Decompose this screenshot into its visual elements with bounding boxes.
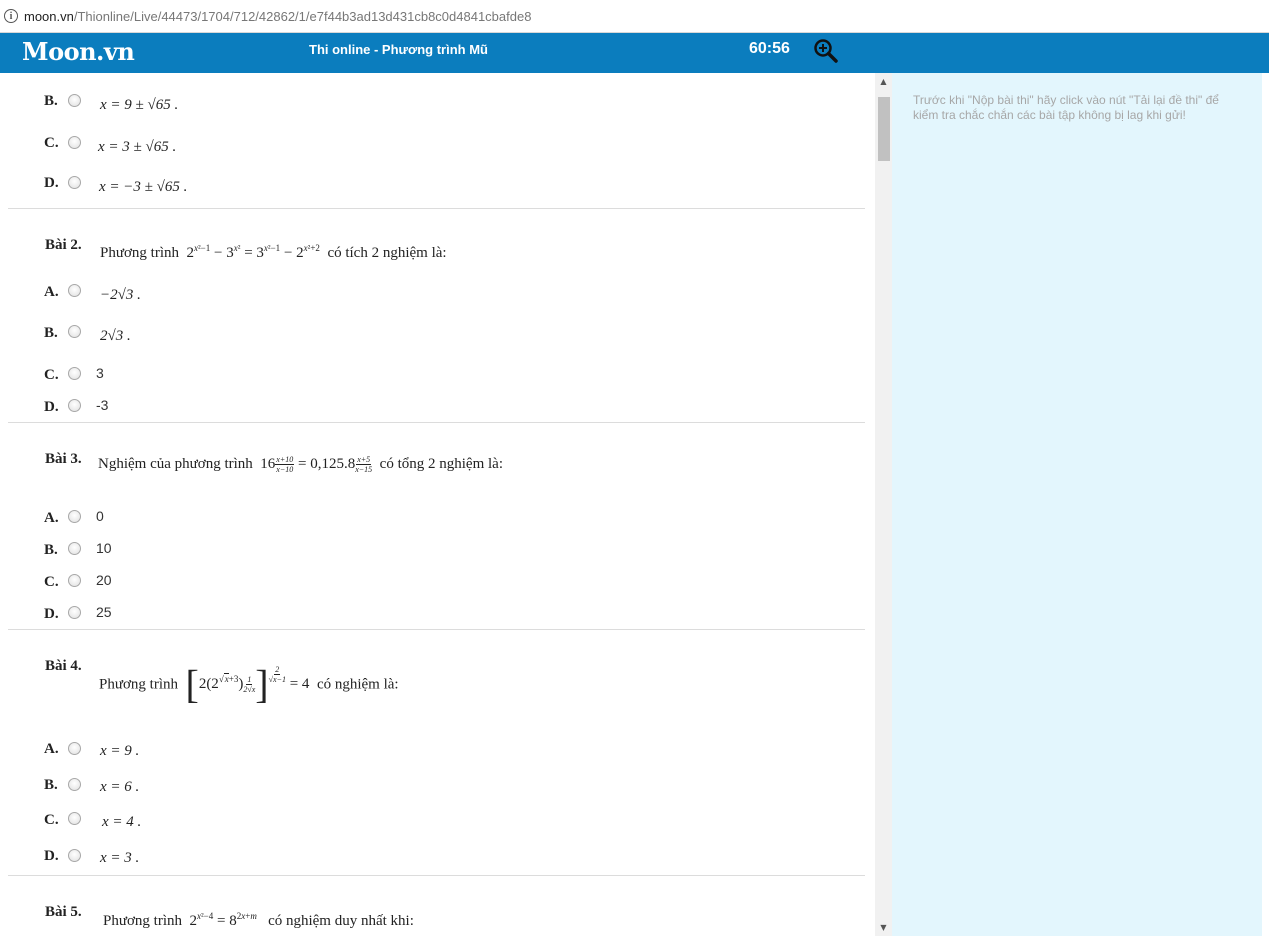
content-scrollbar[interactable]: ▲ ▼ [875,73,892,936]
option-label: C. [44,367,59,383]
side-panel: Trước khi "Nộp bài thi" hãy click vào nú… [892,73,1262,936]
question-prefix: Phương trình [103,913,182,929]
question-suffix: có tích 2 nghiệm là: [327,245,447,261]
reload-notice: Trước khi "Nộp bài thi" hãy click vào nú… [913,93,1219,122]
option-radio[interactable] [68,510,81,523]
option-radio[interactable] [68,606,81,619]
option-radio[interactable] [68,325,81,338]
option-label: D. [44,175,59,191]
right-edge [1262,73,1269,936]
option-radio[interactable] [68,849,81,862]
countdown-timer: 60:56 [749,40,790,57]
option-label: A. [44,741,59,757]
option-text: 3 [96,365,104,381]
equation: 16 x+10 x−10 = 0,125.8 x+5 x−15 [256,455,373,474]
divider [8,875,865,876]
question-text: Nghiệm của phương trình 16 x+10 x−10 = 0,1… [98,455,503,474]
question-prefix: Phương trình [100,245,179,261]
question-suffix: có nghiệm duy nhất khi: [268,913,414,929]
question-text: Phương trình [2(2√x+3) 1 2√x] 2 √x−1 = 4 có … [99,665,399,705]
equation: [2(2√x+3) 1 2√x] 2 √x−1 = 4 [185,662,314,707]
page-title: Thi online - Phương trình Mũ [309,42,488,57]
option-radio[interactable] [68,574,81,587]
option-text: x = 3 ± √65 . [98,139,177,155]
question-prefix: Phương trình [99,676,178,693]
info-icon[interactable]: i [4,9,18,23]
question-label: Bài 3. [45,451,82,467]
zoom-in-icon[interactable] [813,38,839,64]
option-text: x = 4 . [102,814,142,830]
divider [8,422,865,423]
option-label: B. [44,325,58,341]
option-text: x = 9 ± √65 . [100,97,179,113]
option-radio[interactable] [68,812,81,825]
question-suffix: có tổng 2 nghiệm là: [379,456,503,472]
option-radio[interactable] [68,367,81,380]
url-path: /Thionline/Live/44473/1704/712/42862/1/e… [73,8,532,24]
question-suffix: có nghiệm là: [316,676,399,693]
logo[interactable]: Moon.vn [22,37,135,66]
equation: 2x²−1 − 3x² = 3x²−1 − 2x²+2 [182,243,320,261]
option-label: B. [44,542,58,558]
divider [8,629,865,630]
question-prefix: Nghiệm của phương trình [98,456,253,472]
option-radio[interactable] [68,176,81,189]
url-host: moon.vn [24,8,74,24]
option-label: A. [44,284,59,300]
option-radio[interactable] [68,94,81,107]
option-label: B. [44,93,58,109]
option-text: 25 [96,604,112,620]
option-radio[interactable] [68,742,81,755]
option-label: A. [44,510,59,526]
option-text: x = 3 . [100,850,140,866]
equation: 2x²−4 = 82x+m [185,911,257,929]
option-label: B. [44,777,58,793]
option-text: 10 [96,540,112,556]
option-radio[interactable] [68,778,81,791]
app-header: Moon.vn Thi online - Phương trình Mũ 60:… [0,33,1269,73]
option-text: x = 6 . [100,779,140,795]
option-text: x = −3 ± √65 . [99,179,188,195]
scroll-up-arrow-icon[interactable]: ▲ [875,73,892,90]
option-text: x = 9 . [100,743,140,759]
option-label: C. [44,574,59,590]
option-label: C. [44,812,59,828]
question-text: Phương trình 2x²−1 − 3x² = 3x²−1 − 2x²+2… [100,243,447,262]
option-text: −2√3 . [100,287,141,303]
equation-mid: = 0,125.8 [298,456,356,472]
question-text: Phương trình 2x²−4 = 82x+m có nghiệm duy… [103,911,414,930]
scroll-down-arrow-icon[interactable]: ▼ [875,919,892,936]
option-text: 20 [96,572,112,588]
option-label: D. [44,848,59,864]
option-text: 0 [96,508,104,524]
address-bar[interactable]: i moon.vn/Thionline/Live/44473/1704/712/… [0,0,1269,33]
scroll-thumb[interactable] [878,97,890,161]
option-radio[interactable] [68,399,81,412]
option-text: -3 [96,397,109,413]
option-label: C. [44,135,59,151]
option-radio[interactable] [68,136,81,149]
question-label: Bài 4. [45,658,82,674]
option-radio[interactable] [68,542,81,555]
divider [8,208,865,209]
option-label: D. [44,606,59,622]
question-label: Bài 5. [45,904,82,920]
question-list[interactable]: B. x = 9 ± √65 . C. x = 3 ± √65 . D. x =… [0,73,875,936]
option-radio[interactable] [68,284,81,297]
option-label: D. [44,399,59,415]
option-text: 2√3 . [100,328,131,344]
question-label: Bài 2. [45,237,82,253]
